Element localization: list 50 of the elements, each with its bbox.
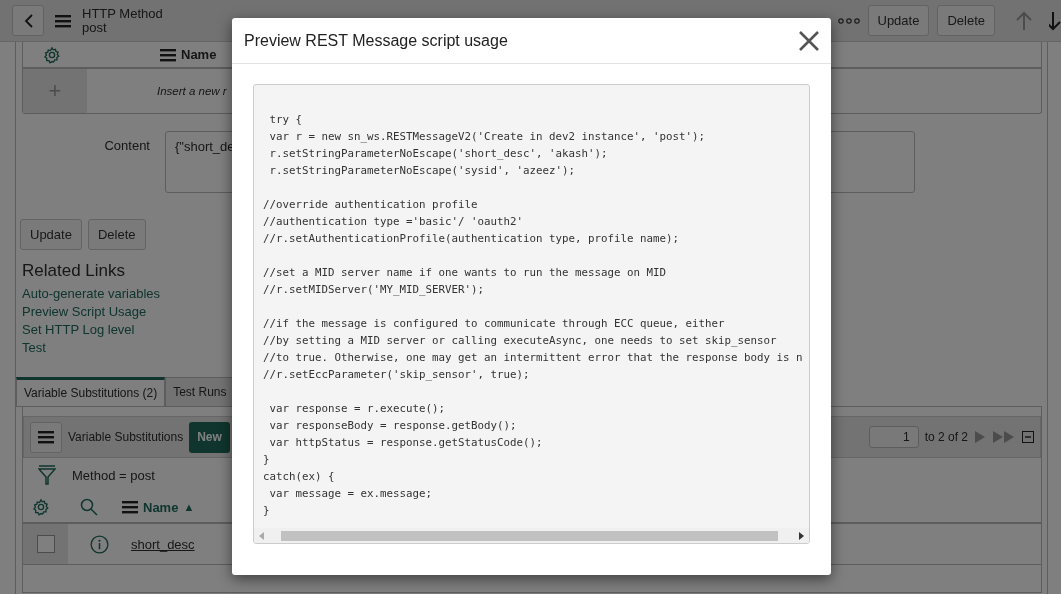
- search-icon[interactable]: [80, 498, 98, 516]
- insert-row-placeholder[interactable]: Insert a new r: [157, 85, 227, 97]
- section-heading: Related Links: [22, 261, 125, 281]
- modal-title: Preview REST Message script usage: [244, 31, 508, 50]
- form-button[interactable]: Delete: [87, 219, 146, 250]
- list-title: Variable Substitutions: [68, 430, 184, 444]
- list-menu-button[interactable]: [30, 421, 62, 453]
- sort-indicator[interactable]: ▲: [183, 501, 195, 513]
- scroll-left-icon[interactable]: [259, 531, 264, 540]
- horizontal-scrollbar[interactable]: [254, 528, 809, 543]
- form-button[interactable]: Update: [20, 219, 82, 250]
- filter-condition[interactable]: Method = post: [72, 467, 155, 483]
- record-title: HTTP Method: [82, 6, 163, 21]
- settings-icon[interactable]: [32, 498, 50, 516]
- arrow-up-icon[interactable]: [1015, 10, 1033, 31]
- info-icon[interactable]: [90, 534, 109, 554]
- related-link[interactable]: Test: [22, 339, 46, 357]
- menu-icon[interactable]: [38, 430, 54, 444]
- page-range: to 2 of 2: [924, 430, 968, 444]
- arrow-down-icon[interactable]: [1049, 10, 1061, 31]
- related-link[interactable]: Preview Script Usage: [22, 303, 147, 321]
- more-options-icon[interactable]: [837, 17, 860, 24]
- record-subtitle: post: [82, 20, 108, 35]
- gear-icon[interactable]: [43, 45, 61, 64]
- next-page-icon[interactable]: [974, 431, 986, 443]
- field-label: Content: [103, 137, 150, 153]
- scrollbar-thumb[interactable]: [281, 530, 778, 541]
- column-menu-icon[interactable]: [160, 47, 176, 62]
- collapse-icon[interactable]: [1022, 431, 1034, 443]
- close-icon[interactable]: [799, 30, 819, 51]
- menu-icon[interactable]: [55, 13, 71, 28]
- last-page-icon[interactable]: [992, 431, 1016, 443]
- tab[interactable]: Variable Substitutions (2): [16, 377, 166, 406]
- row-checkbox[interactable]: [36, 535, 55, 553]
- header-button[interactable]: Update: [867, 5, 930, 36]
- header-button[interactable]: Delete: [937, 5, 995, 36]
- record-link[interactable]: short_desc: [131, 536, 195, 552]
- related-link[interactable]: Set HTTP Log level: [22, 321, 135, 339]
- tab[interactable]: Test Runs: [165, 377, 235, 406]
- scroll-right-icon[interactable]: [799, 531, 804, 540]
- back-icon: [23, 13, 33, 28]
- column-header[interactable]: Name: [143, 499, 179, 515]
- page-field[interactable]: 1: [868, 426, 919, 448]
- new-button[interactable]: New: [189, 421, 230, 453]
- filter-icon[interactable]: [38, 465, 56, 485]
- script-text: try { var r = new sn_ws.RESTMessageV2('Create in dev2 instance', 'post'); r.setStringParameterNoEscape('short_desc', 'akash'); r.setStringParameterNoEscape('sysid', 'azeez'); //override authentication profile //authentication type ='basic'/ 'oauth2' //r.setAuthenticationProfile(authentication type, profile name); //set a MID server name if one wants to run the message on MID //r.setMIDServer('MY_MID_SERVER'); //if the message is configured to communicate through ECC queue, either //by setting a MID server or calling executeAsync, one needs to set skip_sensor //to true. Otherwise, one may get an intermittent error that the response body is n //r.setEccParameter('skip_sensor', true); var response = r.execute(); var responseBody = response.getBody(); var httpStatus = response.getStatusCode(); } catch(ex) { var message = ex.message; }: [262, 112, 804, 519]
- column-menu-icon[interactable]: [122, 500, 138, 514]
- back-button[interactable]: [12, 5, 44, 36]
- column-header[interactable]: Name: [181, 47, 217, 62]
- related-link[interactable]: Auto-generate variables: [22, 285, 161, 303]
